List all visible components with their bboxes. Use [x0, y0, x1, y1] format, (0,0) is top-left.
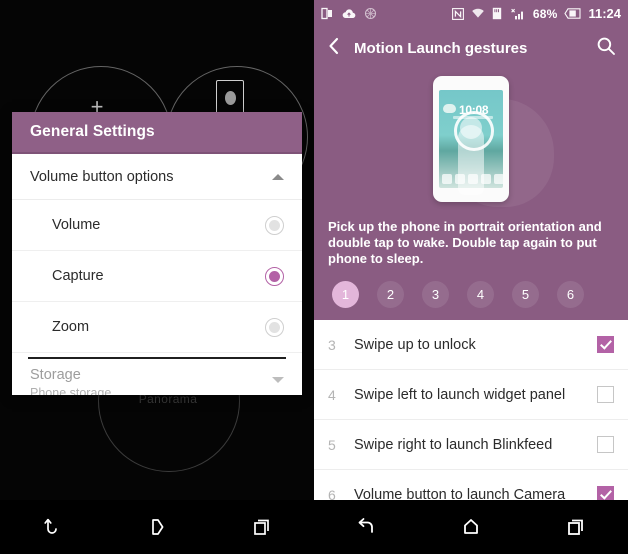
option-label: Zoom	[52, 319, 90, 335]
sync-icon	[364, 7, 377, 20]
table-row[interactable]: 5 Swipe right to launch Blinkfeed	[314, 420, 628, 470]
page-dot-3[interactable]: 3	[422, 281, 449, 308]
page-dot-6[interactable]: 6	[557, 281, 584, 308]
chevron-up-icon[interactable]	[272, 173, 284, 180]
recents-icon[interactable]	[553, 510, 599, 544]
wifi-icon	[471, 8, 485, 19]
gesture-illustration: 10:08	[314, 69, 628, 209]
left-phone-screen: + Panorama General Settings Volume butto…	[0, 0, 314, 554]
home-icon[interactable]	[134, 510, 180, 544]
section-label: Volume button options	[30, 168, 174, 185]
status-bar-clock: 11:24	[588, 6, 621, 21]
home-icon[interactable]	[448, 510, 494, 544]
search-icon[interactable]	[596, 36, 616, 61]
page-dot-2[interactable]: 2	[377, 281, 404, 308]
page-dot-5[interactable]: 5	[512, 281, 539, 308]
page-title: Motion Launch gestures	[354, 39, 528, 57]
option-label: Capture	[52, 268, 104, 284]
screenshot-root: + Panorama General Settings Volume butto…	[0, 0, 628, 554]
row-checkbox[interactable]	[597, 336, 614, 353]
option-row-capture[interactable]: Capture	[12, 251, 302, 302]
option-row-zoom[interactable]: Zoom	[12, 302, 302, 353]
row-label: Swipe right to launch Blinkfeed	[354, 436, 553, 453]
battery-icon	[564, 8, 582, 19]
volume-button-options-section[interactable]: Volume button options	[12, 154, 302, 200]
option-label: Volume	[52, 217, 101, 233]
table-row[interactable]: 4 Swipe left to launch widget panel	[314, 370, 628, 420]
row-number: 3	[328, 336, 336, 353]
row-number: 4	[328, 386, 336, 403]
status-bar-left-icons	[321, 7, 377, 20]
table-row[interactable]: 3 Swipe up to unlock	[314, 320, 628, 370]
row-checkbox[interactable]	[597, 436, 614, 453]
page-dot-1[interactable]: 1	[332, 281, 359, 308]
sim-card-icon	[321, 7, 334, 20]
general-settings-dialog: General Settings Volume button options V…	[12, 112, 302, 395]
page-indicator: 1 2 3 4 5 6	[314, 273, 628, 320]
back-icon[interactable]	[29, 510, 75, 544]
right-phone-screen: 68% 11:24 Motion Launch gestures 10:08 P…	[314, 0, 628, 554]
row-checkbox[interactable]	[597, 386, 614, 403]
dialog-title: General Settings	[30, 123, 155, 140]
chevron-down-icon[interactable]	[272, 377, 284, 383]
hand-finger-icon	[458, 125, 484, 195]
page-dot-4[interactable]: 4	[467, 281, 494, 308]
right-navigation-bar	[314, 500, 628, 554]
weather-widget-icon	[443, 104, 456, 113]
storage-label: Storage	[30, 367, 81, 383]
storage-value: Phone storage	[30, 386, 112, 395]
back-chevron-icon[interactable]	[326, 36, 342, 61]
recents-icon[interactable]	[239, 510, 285, 544]
radio-capture[interactable]	[265, 266, 284, 286]
left-navigation-bar	[0, 500, 314, 554]
row-label: Swipe left to launch widget panel	[354, 386, 566, 403]
battery-percent: 68%	[532, 6, 558, 21]
status-bar: 68% 11:24	[314, 0, 628, 27]
radio-volume[interactable]	[265, 215, 284, 235]
status-bar-right-icons: 68% 11:24	[451, 6, 621, 21]
nfc-icon	[451, 7, 464, 20]
camera-icon	[216, 80, 244, 116]
cloud-upload-icon	[342, 8, 356, 20]
dialog-header: General Settings	[12, 112, 302, 154]
row-number: 5	[328, 436, 336, 453]
option-row-volume[interactable]: Volume	[12, 200, 302, 251]
gesture-list: 3 Swipe up to unlock 4 Swipe left to lau…	[314, 320, 628, 520]
app-bar: Motion Launch gestures	[314, 27, 628, 69]
storage-section[interactable]: Storage Phone storage	[12, 359, 302, 395]
gesture-description: Pick up the phone in portrait orientatio…	[314, 209, 628, 273]
signal-icon	[511, 8, 526, 20]
row-label: Swipe up to unlock	[354, 336, 476, 353]
radio-zoom[interactable]	[265, 317, 284, 337]
sd-card-icon	[492, 7, 504, 20]
back-icon[interactable]	[343, 510, 389, 544]
